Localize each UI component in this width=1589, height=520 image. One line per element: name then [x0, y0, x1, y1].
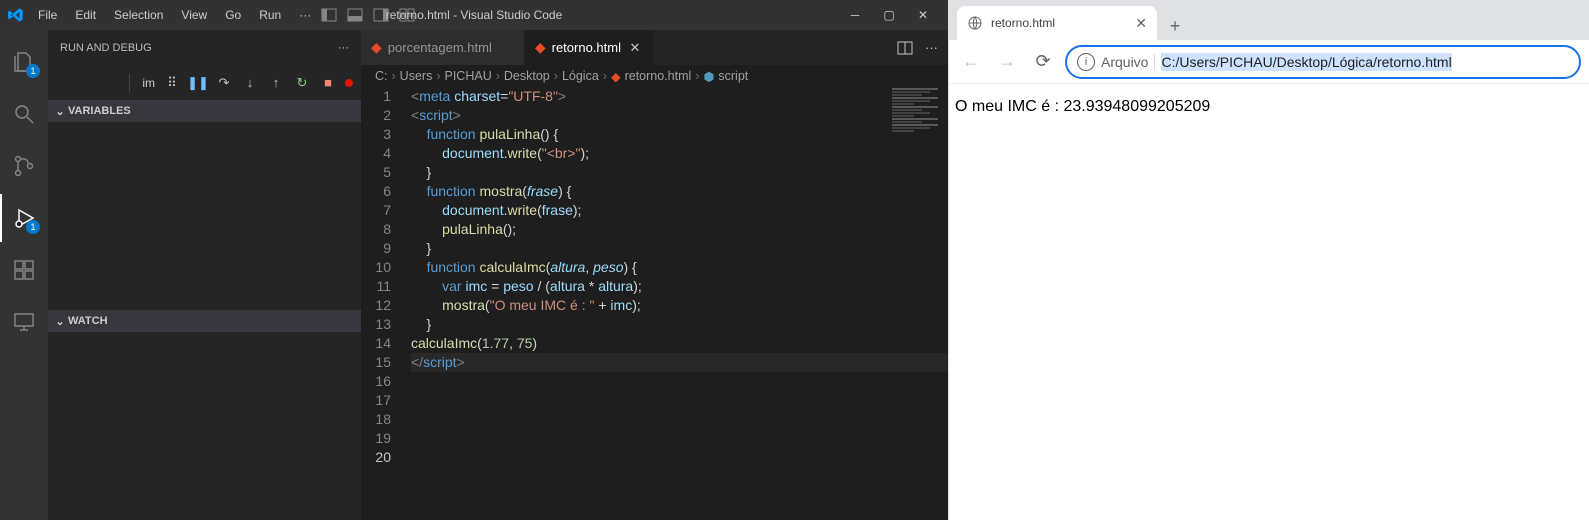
bc-seg[interactable]: C: — [375, 69, 388, 83]
threads-icon[interactable]: ⠿ — [163, 75, 181, 91]
window-title: retorno.html - Visual Studio Code — [386, 8, 563, 22]
menu-more[interactable]: ··· — [291, 4, 319, 26]
vscode-window: File Edit Selection View Go Run ··· reto… — [0, 0, 948, 520]
editor-more-icon[interactable]: ··· — [925, 40, 938, 55]
main-menu: File Edit Selection View Go Run ··· — [30, 4, 319, 26]
step-into-icon[interactable]: ↓ — [241, 75, 259, 90]
tab-retorno[interactable]: ◆ retorno.html ✕ — [525, 30, 654, 65]
html-file-icon: ◆ — [535, 39, 546, 56]
page-text: O meu IMC é : 23.93948099205209 — [955, 98, 1210, 115]
debug-config-label[interactable]: im — [142, 76, 155, 90]
activity-bar: 1 1 — [0, 30, 48, 520]
tab-label: porcentagem.html — [388, 40, 492, 55]
reload-button[interactable]: ⟳ — [1029, 48, 1057, 76]
breakpoint-icon[interactable] — [345, 79, 353, 87]
script-symbol-icon: ⬢ — [703, 69, 714, 84]
tab-label: retorno.html — [552, 40, 621, 55]
chevron-down-icon: ⌄ — [52, 105, 68, 118]
chevron-down-icon: ⌄ — [52, 315, 68, 328]
menu-run[interactable]: Run — [251, 4, 289, 26]
section-variables[interactable]: ⌄ VARIABLES — [48, 100, 361, 122]
maximize-button[interactable]: ▢ — [872, 0, 906, 30]
browser-tab-title: retorno.html — [991, 16, 1055, 30]
restart-icon[interactable]: ↻ — [293, 75, 311, 91]
bc-seg[interactable]: Users — [400, 69, 433, 83]
remote-icon[interactable] — [0, 298, 48, 346]
window-controls: ─ ▢ ✕ — [838, 0, 940, 30]
menu-edit[interactable]: Edit — [67, 4, 104, 26]
code-editor[interactable]: 1234567891011121314151617181920 <meta ch… — [361, 87, 948, 520]
browser-toolbar: ← → ⟳ i Arquivo C:/Users/PICHAU/Desktop/… — [949, 40, 1589, 84]
sidebar: RUN AND DEBUG ··· im ⠿ ❚❚ ↷ ↓ ↑ ↻ ■ — [48, 30, 361, 520]
bc-seg[interactable]: Desktop — [504, 69, 550, 83]
menu-selection[interactable]: Selection — [106, 4, 171, 26]
sidebar-title-row: RUN AND DEBUG ··· — [48, 30, 361, 65]
browser-viewport: O meu IMC é : 23.93948099205209 — [949, 84, 1589, 520]
browser-tabstrip: retorno.html ✕ + — [949, 0, 1589, 40]
pause-icon[interactable]: ❚❚ — [189, 75, 207, 91]
html-file-icon: ◆ — [611, 69, 621, 84]
vscode-logo-icon — [8, 7, 24, 23]
addr-protocol: Arquivo — [1101, 54, 1148, 70]
debug-toolbar-row: im ⠿ ❚❚ ↷ ↓ ↑ ↻ ■ — [48, 65, 361, 100]
explorer-icon[interactable]: 1 — [0, 38, 48, 86]
explorer-badge: 1 — [26, 64, 40, 78]
search-icon[interactable] — [0, 90, 48, 138]
address-bar[interactable]: i Arquivo C:/Users/PICHAU/Desktop/Lógica… — [1065, 45, 1581, 79]
back-button[interactable]: ← — [957, 48, 985, 76]
line-gutter: 1234567891011121314151617181920 — [361, 87, 411, 520]
split-editor-icon[interactable] — [897, 40, 913, 56]
step-out-icon[interactable]: ↑ — [267, 75, 285, 90]
close-button[interactable]: ✕ — [906, 0, 940, 30]
bc-seg[interactable]: script — [718, 69, 748, 83]
debug-badge: 1 — [26, 220, 40, 234]
bc-seg[interactable]: Lógica — [562, 69, 599, 83]
browser-window: retorno.html ✕ + ← → ⟳ i Arquivo C:/User… — [948, 0, 1589, 520]
addr-url: C:/Users/PICHAU/Desktop/Lógica/retorno.h… — [1161, 53, 1451, 71]
run-debug-icon[interactable]: 1 — [0, 194, 48, 242]
title-bar: File Edit Selection View Go Run ··· reto… — [0, 0, 948, 30]
section-watch-label: WATCH — [68, 315, 108, 327]
tab-close-icon[interactable]: ✕ — [627, 40, 643, 56]
section-watch[interactable]: ⌄ WATCH — [48, 310, 361, 332]
panel-left-icon[interactable] — [319, 5, 339, 25]
panel-bottom-icon[interactable] — [345, 5, 365, 25]
step-over-icon[interactable]: ↷ — [215, 75, 233, 91]
menu-file[interactable]: File — [30, 4, 65, 26]
tab-close-icon[interactable]: ✕ — [1135, 15, 1147, 32]
html-file-icon: ◆ — [371, 39, 382, 56]
code-content[interactable]: <meta charset="UTF-8"><script> function … — [411, 87, 948, 520]
editor-area: ◆ porcentagem.html ✕ ◆ retorno.html ✕ ··… — [361, 30, 948, 520]
stop-icon[interactable]: ■ — [319, 75, 337, 90]
bc-seg[interactable]: PICHAU — [445, 69, 492, 83]
menu-view[interactable]: View — [173, 4, 215, 26]
source-control-icon[interactable] — [0, 142, 48, 190]
tab-porcentagem[interactable]: ◆ porcentagem.html ✕ — [361, 30, 525, 65]
sidebar-more-icon[interactable]: ··· — [338, 42, 349, 54]
minimize-button[interactable]: ─ — [838, 0, 872, 30]
editor-tabs: ◆ porcentagem.html ✕ ◆ retorno.html ✕ ··… — [361, 30, 948, 65]
sidebar-title: RUN AND DEBUG — [60, 42, 152, 54]
browser-tab[interactable]: retorno.html ✕ — [957, 6, 1157, 40]
breadcrumb[interactable]: C:› Users› PICHAU› Desktop› Lógica› ◆ re… — [361, 65, 948, 87]
section-variables-label: VARIABLES — [68, 105, 131, 117]
forward-button[interactable]: → — [993, 48, 1021, 76]
extensions-icon[interactable] — [0, 246, 48, 294]
menu-go[interactable]: Go — [217, 4, 249, 26]
new-tab-button[interactable]: + — [1161, 12, 1189, 40]
globe-icon — [967, 15, 983, 31]
bc-seg[interactable]: retorno.html — [625, 69, 692, 83]
site-info-icon[interactable]: i — [1077, 53, 1095, 71]
